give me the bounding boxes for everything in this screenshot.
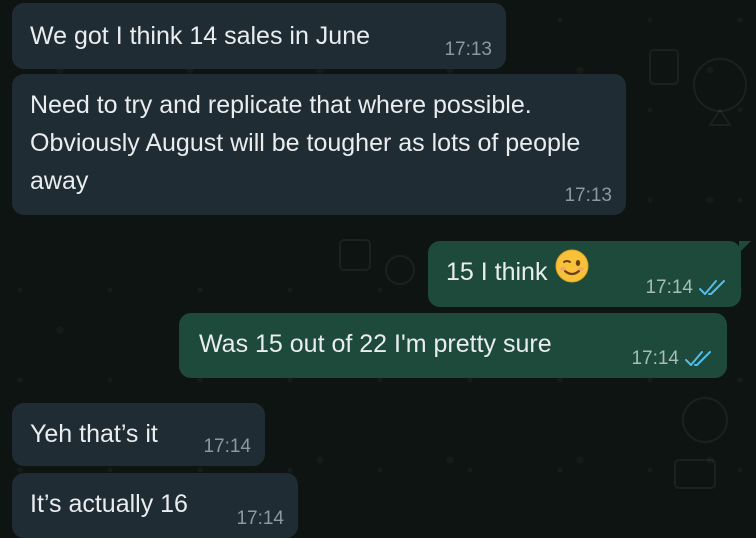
- message-meta: 17:14: [645, 277, 727, 299]
- message-meta: 17:14: [236, 508, 284, 530]
- message-time: 17:14: [631, 348, 679, 369]
- message-bubble-incoming[interactable]: Need to try and replicate that where pos…: [12, 74, 626, 215]
- bubble-tail: [739, 241, 751, 253]
- message-time: 17:13: [444, 39, 492, 60]
- message-bubble-outgoing[interactable]: Was 15 out of 22 I'm pretty sure 17:14: [179, 313, 727, 378]
- message-meta: 17:13: [444, 39, 492, 61]
- message-time: 17:13: [564, 185, 612, 206]
- message-time: 17:14: [236, 508, 284, 529]
- message-time: 17:14: [203, 436, 251, 457]
- wallpaper-doodle-icon: [339, 239, 415, 285]
- message-meta: 17:14: [203, 436, 251, 458]
- winking-face-emoji-icon: [555, 249, 589, 294]
- message-bubble-incoming[interactable]: It’s actually 16 17:14: [12, 473, 298, 538]
- message-bubble-outgoing[interactable]: 15 I think 17:14: [428, 241, 751, 307]
- chat-area: We got I think 14 sales in June 17:13 Ne…: [0, 0, 756, 538]
- read-receipt-icon: [699, 279, 727, 297]
- message-meta: 17:13: [564, 185, 612, 207]
- message-time: 17:14: [645, 277, 693, 298]
- message-meta: 17:14: [631, 348, 713, 370]
- message-bubble-incoming[interactable]: We got I think 14 sales in June 17:13: [12, 3, 506, 69]
- wallpaper-doodle-icon: [649, 49, 747, 126]
- message-bubble-incoming[interactable]: Yeh that’s it 17:14: [12, 403, 265, 466]
- wallpaper-doodle-icon: [674, 397, 728, 489]
- message-text: We got I think 14 sales in June: [30, 22, 371, 50]
- read-receipt-icon: [685, 350, 713, 368]
- message-text: Need to try and replicate that where pos…: [30, 91, 581, 195]
